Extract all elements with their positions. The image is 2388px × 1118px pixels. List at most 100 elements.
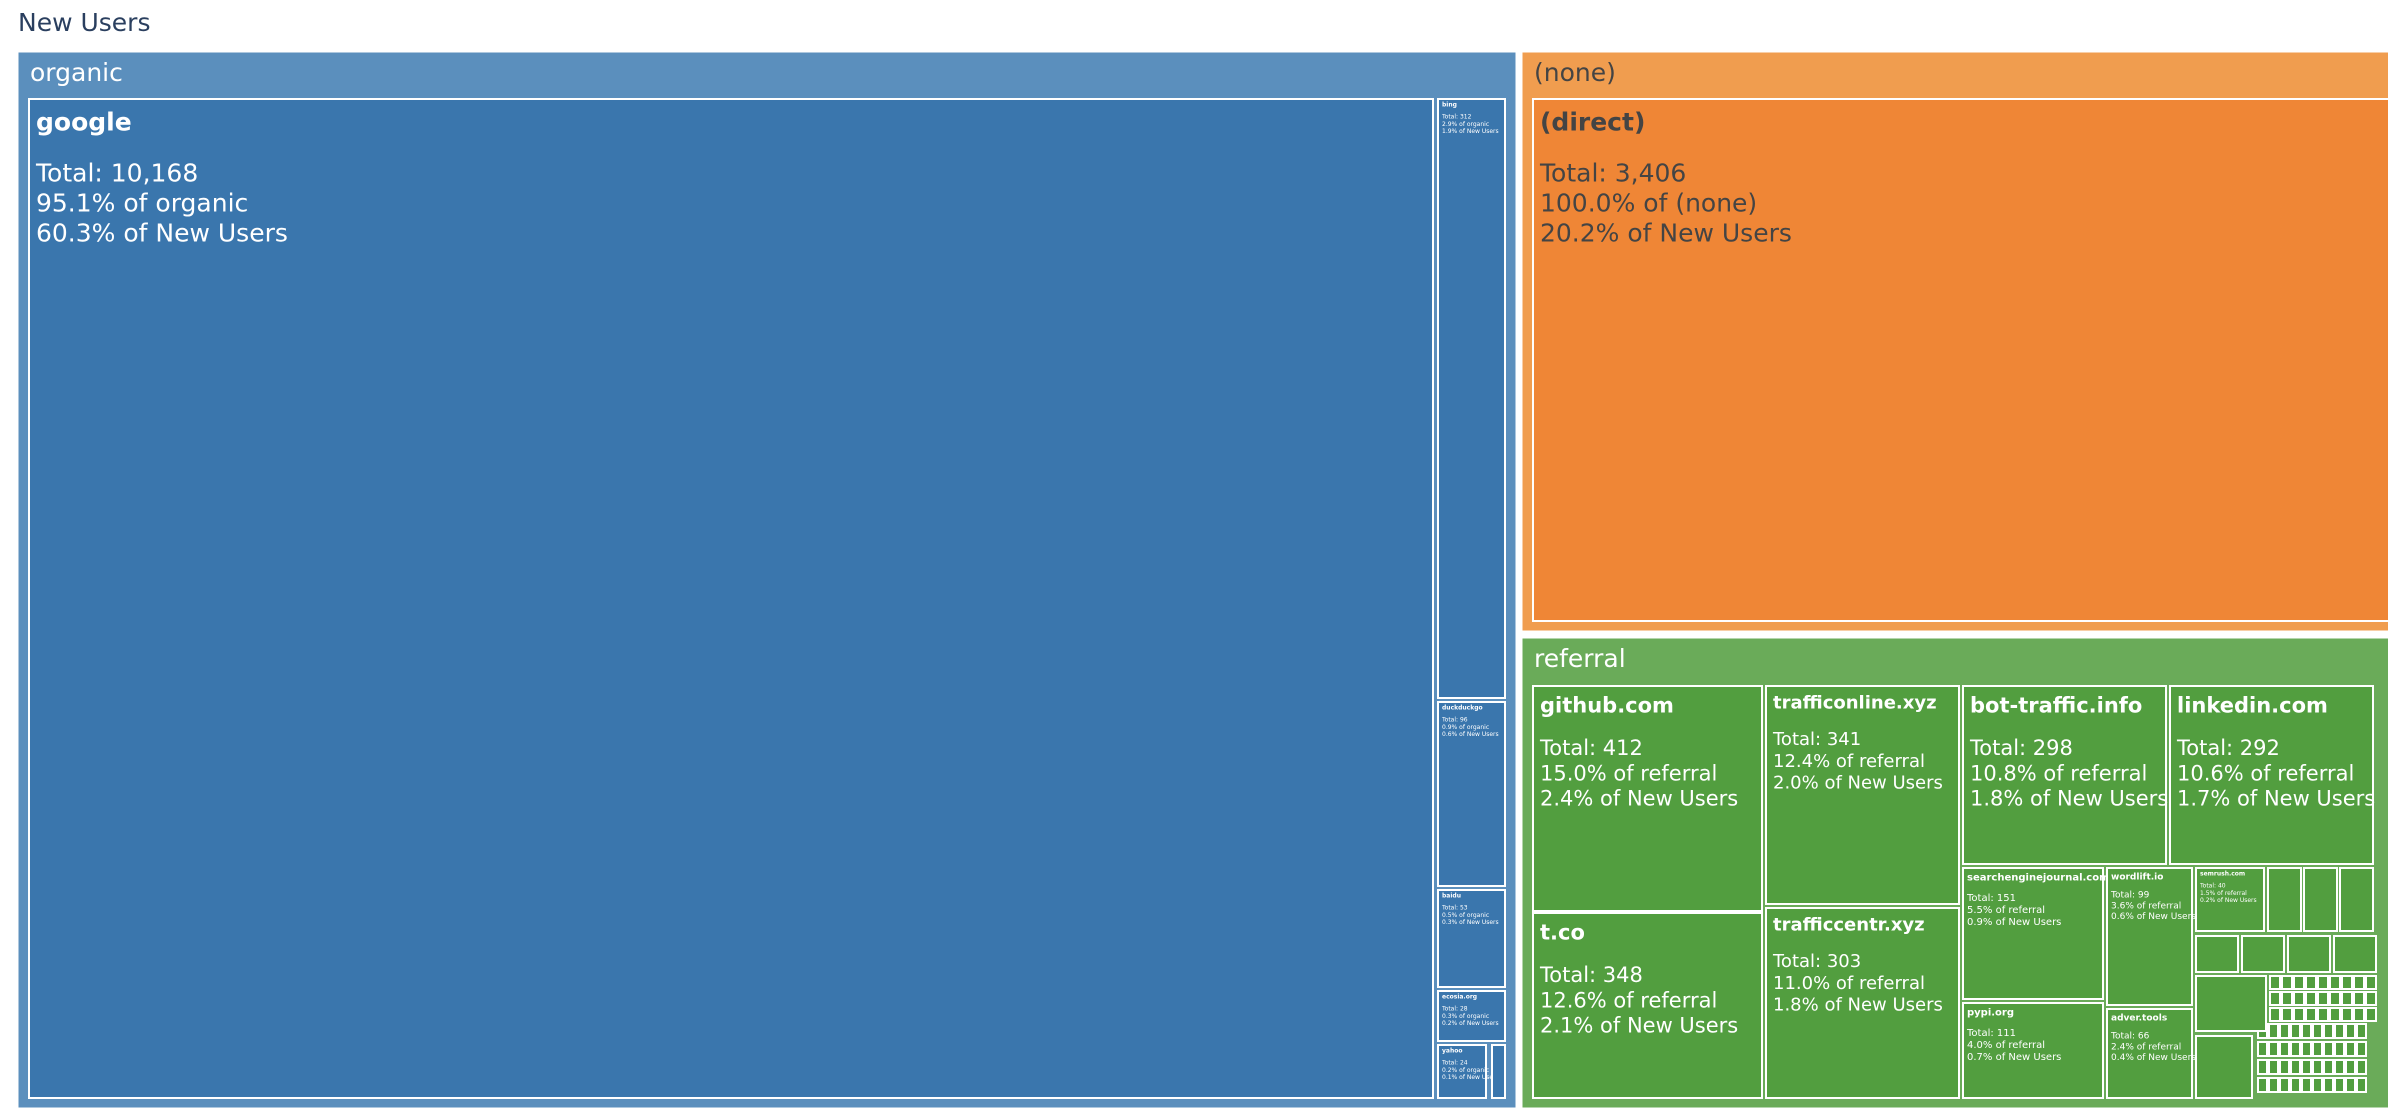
small-tile[interactable] [2356, 1077, 2367, 1093]
small-tile[interactable] [2303, 867, 2338, 932]
small-tile[interactable] [2323, 1041, 2334, 1057]
group-referral[interactable]: referral github.com Total: 41215.0% of ref… [1521, 637, 2388, 1109]
small-tile[interactable] [2334, 1023, 2345, 1039]
small-tile[interactable] [2305, 1007, 2317, 1022]
small-tile[interactable] [2195, 1035, 2253, 1099]
leaf-baidu[interactable]: baidu Total: 530.5% of organic0.3% of New… [1437, 889, 1506, 988]
small-tile[interactable] [2305, 991, 2317, 1006]
small-tile[interactable] [2279, 1023, 2290, 1039]
small-tile[interactable] [2281, 1007, 2293, 1022]
small-tile[interactable] [2356, 1023, 2367, 1039]
small-tile[interactable] [2312, 1077, 2323, 1093]
small-tile[interactable] [2257, 1077, 2268, 1093]
small-tile[interactable] [2329, 1007, 2341, 1022]
small-tile[interactable] [2279, 1077, 2290, 1093]
leaf-tile[interactable] [1962, 867, 2104, 1000]
small-tile[interactable] [2241, 935, 2285, 973]
small-tile[interactable] [2257, 1041, 2268, 1057]
small-tile[interactable] [2281, 975, 2293, 990]
small-tile[interactable] [2334, 1041, 2345, 1057]
leaf-trafficonline-xyz[interactable]: trafficonline.xyz Total: 34112.4% of refe… [1765, 685, 1960, 905]
small-tile[interactable] [2268, 1059, 2279, 1075]
leaf-bing[interactable]: bing Total: 3122.9% of organic1.9% of New… [1437, 98, 1506, 699]
small-tile[interactable] [2312, 1059, 2323, 1075]
small-tile[interactable] [2353, 975, 2365, 990]
leaf-adver-tools[interactable]: adver.tools Total: 662.4% of referral0.4%… [2106, 1008, 2196, 1099]
treemap[interactable]: organic google Total: 10,16895.1% of organ… [0, 0, 2388, 1118]
small-tile[interactable] [2281, 991, 2293, 1006]
small-tile[interactable] [2345, 1077, 2356, 1093]
small-tile[interactable] [2323, 1077, 2334, 1093]
small-tile[interactable] [2312, 1041, 2323, 1057]
leaf-ecosia-org[interactable]: ecosia.org Total: 280.3% of organic0.2% o… [1437, 990, 1506, 1042]
small-tile[interactable] [2323, 1023, 2334, 1039]
small-tile[interactable] [2339, 867, 2374, 932]
leaf-google[interactable]: google Total: 10,16895.1% of organic60.3%… [28, 98, 1434, 1099]
small-tile[interactable] [2268, 1077, 2279, 1093]
small-tile[interactable] [2268, 1041, 2279, 1057]
small-tile[interactable] [2290, 1023, 2301, 1039]
small-tile[interactable] [2345, 1023, 2356, 1039]
small-tile[interactable] [2356, 1041, 2367, 1057]
group-organic[interactable]: organic google Total: 10,16895.1% of organ… [17, 51, 1517, 1109]
leaf-direct[interactable]: (direct) Total: 3,406100.0% of (none)20.2… [1532, 98, 2388, 622]
small-tile[interactable] [2293, 975, 2305, 990]
leaf-tile[interactable] [1765, 685, 1960, 905]
leaf-tile[interactable] [1491, 1044, 1506, 1099]
small-tile[interactable] [2312, 1023, 2323, 1039]
small-tile[interactable] [2269, 991, 2281, 1006]
small-tile[interactable] [2317, 1007, 2329, 1022]
small-tile[interactable] [2279, 1059, 2290, 1075]
small-tile[interactable] [2290, 1041, 2301, 1057]
leaf-other[interactable] [1491, 1044, 1506, 1099]
small-tile[interactable] [2290, 1077, 2301, 1093]
small-tile[interactable] [2267, 867, 2302, 932]
small-tile[interactable] [2341, 991, 2353, 1006]
small-tile[interactable] [2341, 975, 2353, 990]
small-tile[interactable] [2317, 975, 2329, 990]
leaf-github-com[interactable]: github.com Total: 41215.0% of referral2.4… [1532, 685, 1763, 912]
small-tile[interactable] [2365, 1007, 2377, 1022]
small-tile[interactable] [2287, 935, 2331, 973]
small-tile[interactable] [2268, 1023, 2279, 1039]
small-tile[interactable] [2365, 975, 2377, 990]
small-tile[interactable] [2353, 1007, 2365, 1022]
small-tile[interactable] [2301, 1059, 2312, 1075]
small-tile[interactable] [2365, 991, 2377, 1006]
small-tile[interactable] [2269, 975, 2281, 990]
leaf-linkedin-com[interactable]: linkedin.com Total: 29210.6% of referral1… [2169, 685, 2375, 865]
leaf-t-co[interactable]: t.co Total: 34812.6% of referral2.1% of N… [1532, 912, 1763, 1099]
small-tile[interactable] [2334, 1077, 2345, 1093]
leaf-tile[interactable] [1437, 98, 1506, 699]
small-tile[interactable] [2293, 991, 2305, 1006]
small-tile[interactable] [2345, 1059, 2356, 1075]
small-tile[interactable] [2356, 1059, 2367, 1075]
small-tile[interactable] [2345, 1041, 2356, 1057]
small-tile[interactable] [2293, 1007, 2305, 1022]
leaf-semrush-com[interactable]: semrush.com Total: 401.5% of referral0.2%… [2195, 867, 2265, 932]
leaf-pypi-org[interactable]: pypi.org Total: 1114.0% of referral0.7% o… [1962, 1002, 2104, 1099]
small-tile[interactable] [2333, 935, 2377, 973]
small-tile[interactable] [2195, 935, 2239, 973]
leaf-trafficcentr-xyz[interactable]: trafficcentr.xyz Total: 30311.0% of refer… [1765, 907, 1960, 1099]
small-tile[interactable] [2301, 1041, 2312, 1057]
leaf-searchenginejournal-com[interactable]: searchenginejournal.com Total: 1515.5% of… [1962, 867, 2110, 1000]
small-tile[interactable] [2317, 991, 2329, 1006]
small-tile[interactable] [2301, 1077, 2312, 1093]
small-tile[interactable] [2279, 1041, 2290, 1057]
leaf-duckduckgo[interactable]: duckduckgo Total: 960.9% of organic0.6% o… [1437, 701, 1506, 887]
leaf-bot-traffic-info[interactable]: bot-traffic.info Total: 29810.8% of refer… [1962, 685, 2168, 865]
small-tile[interactable] [2269, 1007, 2281, 1022]
small-tile[interactable] [2257, 1059, 2268, 1075]
small-tile[interactable] [2290, 1059, 2301, 1075]
small-tile[interactable] [2195, 975, 2267, 1032]
group-none[interactable]: (none) (direct) Total: 3,406100.0% of (non… [1521, 51, 2388, 632]
small-tile[interactable] [2323, 1059, 2334, 1075]
small-tile[interactable] [2334, 1059, 2345, 1075]
small-tile[interactable] [2329, 991, 2341, 1006]
small-tile[interactable] [2341, 1007, 2353, 1022]
small-tile[interactable] [2353, 991, 2365, 1006]
leaf-wordlift-io[interactable]: wordlift.io Total: 993.6% of referral0.6%… [2106, 867, 2196, 1006]
small-tile[interactable] [2329, 975, 2341, 990]
leaf-tile[interactable] [2106, 867, 2193, 1006]
